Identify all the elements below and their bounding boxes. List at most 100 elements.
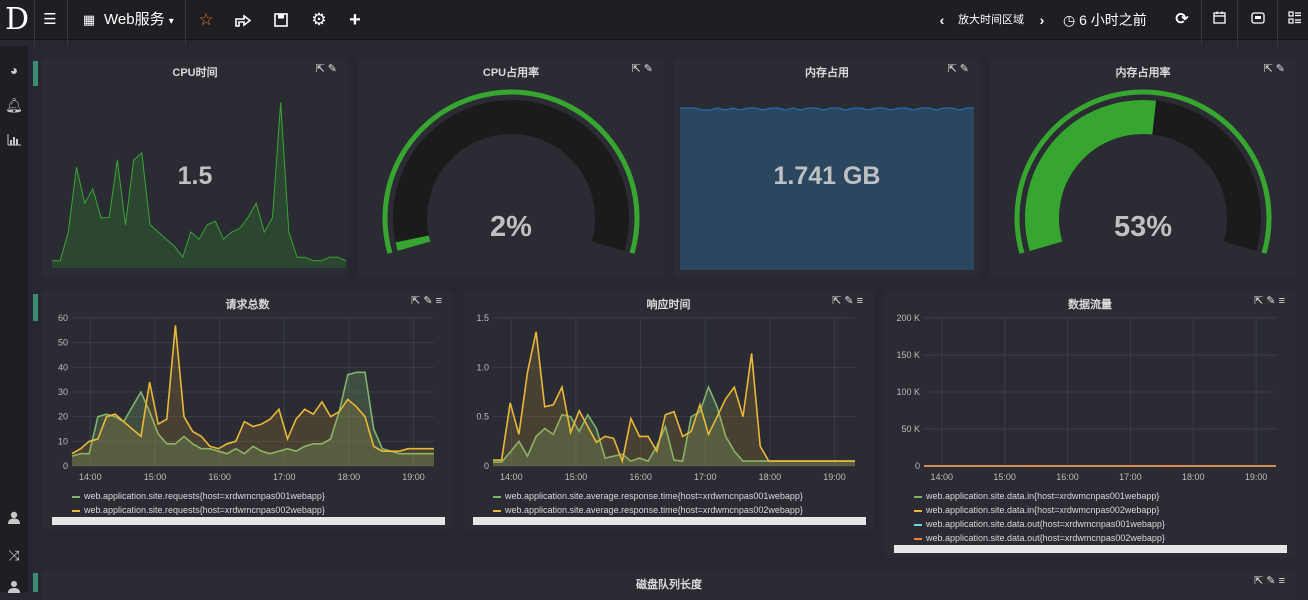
singlestat-panel-cpu-time: CPU时间 ⇱✎ 1.5 [42, 58, 348, 278]
shuffle-icon[interactable]: ⤨ [4, 545, 24, 565]
playlist-icon[interactable] [1249, 0, 1267, 40]
singlestat-panel-memory-usage: 内存占用率 ⇱✎ 53% [990, 58, 1296, 278]
hamburger-menu-icon[interactable]: ≡ [436, 295, 445, 307]
x-tick-label: 15:00 [993, 472, 1016, 482]
panel-actions: ⇱✎≡ [411, 294, 445, 307]
add-panel-icon[interactable]: + [345, 0, 365, 40]
x-tick-label: 15:00 [144, 472, 167, 482]
dashboard-title-dropdown[interactable]: Web服务 ▾ [104, 0, 174, 40]
row-collapse-handle[interactable] [33, 294, 38, 321]
x-tick-label: 14:00 [79, 472, 102, 482]
graph-legend: web.application.site.average.response.ti… [493, 489, 803, 517]
legend-item[interactable]: web.application.site.average.response.ti… [493, 489, 803, 503]
admin-icon[interactable] [4, 578, 24, 598]
dashboard-gauge-icon[interactable]: ◕ [4, 60, 24, 80]
legend-swatch [493, 510, 501, 512]
panel-title[interactable]: 磁盘队列长度 [42, 576, 1296, 592]
clock-icon: ◷ [1063, 12, 1075, 28]
legend-label: web.application.site.data.out{host=xrdwm… [926, 519, 1165, 529]
pencil-icon[interactable]: ✎ [844, 295, 856, 307]
hamburger-menu-icon[interactable]: ≡ [1279, 295, 1288, 307]
save-icon[interactable] [271, 0, 291, 40]
graph-canvas[interactable]: 200 K150 K100 K50 K014:0015:0016:0017:00… [884, 310, 1296, 510]
legend-scrollbar[interactable] [52, 517, 445, 525]
legend-item[interactable]: web.application.site.data.out{host=xrdwm… [914, 531, 1165, 545]
panel-title[interactable]: CPU时间 [42, 64, 348, 80]
chevron-right-icon[interactable]: › [1035, 0, 1049, 40]
row-collapse-handle[interactable] [33, 61, 38, 86]
panel-actions: ⇱✎≡ [1254, 574, 1288, 587]
pencil-icon[interactable]: ✎ [1266, 575, 1278, 587]
y-tick-label: 0 [63, 461, 68, 471]
dashboard-title: Web服务 [104, 11, 165, 28]
row-collapse-handle[interactable] [33, 573, 38, 592]
legend-item[interactable]: web.application.site.requests{host=xrdwm… [72, 503, 325, 517]
calendar-icon[interactable] [1210, 0, 1228, 40]
legend-swatch [914, 538, 922, 540]
time-range-picker[interactable]: ◷ 6 小时之前 [1063, 0, 1147, 40]
share-icon[interactable] [233, 0, 253, 40]
y-tick-label: 0 [484, 461, 489, 471]
dashboard-grid-icon[interactable]: ▦ [80, 0, 98, 40]
divider [1237, 0, 1238, 46]
legend-label: web.application.site.average.response.ti… [505, 491, 803, 501]
panel-actions: ⇱✎ [316, 62, 340, 75]
x-tick-label: 14:00 [931, 472, 954, 482]
side-menu: ◕ 🔔︎ ⤨ [0, 46, 28, 592]
pencil-icon[interactable]: ✎ [960, 63, 972, 75]
bell-icon[interactable]: 🔔︎ [4, 95, 24, 115]
legend-scrollbar[interactable] [894, 545, 1287, 553]
refresh-icon[interactable]: ⟳ [1172, 0, 1192, 40]
x-tick-label: 18:00 [1182, 472, 1205, 482]
external-link-icon[interactable]: ⇱ [948, 63, 960, 75]
series-area [493, 332, 855, 466]
y-tick-label: 40 [58, 362, 68, 372]
pencil-icon[interactable]: ✎ [423, 295, 435, 307]
menu-icon[interactable]: ☰ [40, 0, 60, 40]
x-tick-label: 17:00 [694, 472, 717, 482]
panel-title[interactable]: 内存占用 [674, 64, 980, 80]
divider [34, 0, 35, 46]
graph-legend: web.application.site.requests{host=xrdwm… [72, 489, 325, 517]
graph-canvas[interactable]: 1.51.00.5014:0015:0016:0017:0018:0019:00 [463, 310, 874, 510]
x-tick-label: 17:00 [1119, 472, 1142, 482]
external-link-icon[interactable]: ⇱ [1254, 575, 1266, 587]
zoom-out-button[interactable]: 放大时间区域 [958, 0, 1024, 40]
user-icon[interactable] [4, 509, 24, 529]
legend-item[interactable]: web.application.site.average.response.ti… [493, 503, 803, 517]
legend-scrollbar[interactable] [473, 517, 866, 525]
bar-chart-icon[interactable] [4, 131, 24, 151]
hamburger-menu-icon[interactable]: ≡ [1279, 575, 1288, 587]
graph-panel-response-time: 响应时间 ⇱✎≡ 1.51.00.5014:0015:0016:0017:001… [463, 290, 874, 530]
chevron-left-icon[interactable]: ‹ [935, 0, 949, 40]
gear-icon[interactable]: ⚙ [309, 0, 329, 40]
external-link-icon[interactable]: ⇱ [832, 295, 844, 307]
legend-item[interactable]: web.application.site.data.in{host=xrdwmc… [914, 503, 1165, 517]
legend-item[interactable]: web.application.site.data.in{host=xrdwmc… [914, 489, 1165, 503]
x-tick-label: 19:00 [1245, 472, 1268, 482]
legend-item[interactable]: web.application.site.data.out{host=xrdwm… [914, 517, 1165, 531]
stat-value: 1.5 [42, 162, 348, 191]
divider [67, 0, 68, 46]
stat-value: 1.741 GB [674, 162, 980, 191]
legend-item[interactable]: web.application.site.requests{host=xrdwm… [72, 489, 325, 503]
hamburger-menu-icon[interactable]: ≡ [857, 295, 866, 307]
pencil-icon[interactable]: ✎ [1266, 295, 1278, 307]
legend-swatch [914, 524, 922, 526]
external-link-icon[interactable]: ⇱ [316, 63, 328, 75]
external-link-icon[interactable]: ⇱ [411, 295, 423, 307]
external-link-icon[interactable]: ⇱ [1254, 295, 1266, 307]
y-tick-label: 1.0 [476, 362, 489, 372]
star-icon[interactable]: ☆ [196, 0, 216, 40]
sidebar-toggle-icon[interactable] [1286, 0, 1304, 40]
panel-actions: ⇱✎≡ [832, 294, 866, 307]
y-tick-label: 0 [915, 461, 920, 471]
y-tick-label: 50 [58, 338, 68, 348]
legend-swatch [914, 496, 922, 498]
divider [1201, 0, 1202, 46]
grafana-logo[interactable]: D [0, 0, 34, 40]
graph-panel-data-traffic: 数据流量 ⇱✎≡ 200 K150 K100 K50 K014:0015:001… [884, 290, 1296, 558]
legend-swatch [72, 496, 80, 498]
graph-canvas[interactable]: 605040302010014:0015:0016:0017:0018:0019… [42, 310, 453, 510]
pencil-icon[interactable]: ✎ [328, 63, 340, 75]
